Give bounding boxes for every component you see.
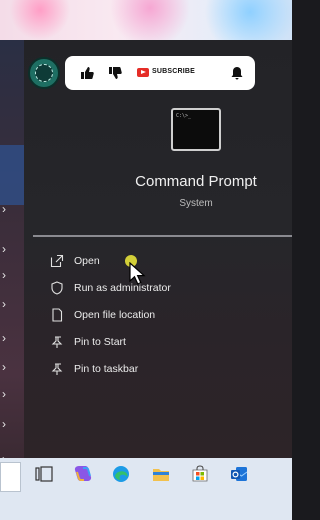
taskbar [0,458,292,520]
channel-logo [35,64,53,82]
action-run-as-administrator[interactable]: Run as administrator [46,277,276,301]
chevron-right-icon[interactable]: › [2,203,6,215]
open-icon [50,254,64,268]
copilot-icon[interactable] [73,464,93,484]
search-result-panel [24,40,292,458]
chevron-right-icon[interactable]: › [2,298,6,310]
task-view-icon[interactable] [34,464,54,484]
screen: › › › › › › › › › SUBSCRIBE [0,0,292,520]
shield-icon [51,281,63,295]
folder-location-icon [52,308,63,322]
pin-icon [51,336,63,348]
app-list-pane: › › › › › › › › › [0,40,24,465]
microsoft-store-icon[interactable] [190,464,210,484]
app-name: Command Prompt [135,173,257,190]
thumbs-up-icon[interactable] [79,65,95,81]
action-open-label: Open [74,255,100,267]
chevron-right-icon[interactable]: › [2,388,6,400]
subscribe-pill: SUBSCRIBE [65,56,255,90]
channel-avatar[interactable] [28,57,60,89]
subscribe-overlay: SUBSCRIBE [28,56,256,90]
chevron-right-icon[interactable]: › [2,332,6,344]
mouse-cursor-icon [129,262,146,285]
action-pin-to-start-label: Pin to Start [74,336,126,348]
action-open[interactable]: Open [46,250,276,274]
bell-icon[interactable] [229,65,245,81]
chevron-right-icon[interactable]: › [2,269,6,281]
chevron-right-icon[interactable]: › [2,361,6,373]
outlook-icon[interactable] [229,464,249,484]
chevron-right-icon[interactable]: › [2,418,6,430]
desktop-wallpaper [0,0,292,40]
edge-icon[interactable] [111,464,131,484]
chevron-right-icon[interactable]: › [2,243,6,255]
action-open-file-location-label: Open file location [74,309,156,321]
divider [33,235,292,237]
action-pin-to-start[interactable]: Pin to Start [46,331,276,355]
action-open-file-location[interactable]: Open file location [46,304,276,328]
file-explorer-icon[interactable] [151,464,171,484]
command-prompt-icon: C:\>_ [171,108,221,151]
action-run-as-administrator-label: Run as administrator [74,282,171,294]
action-pin-to-taskbar-label: Pin to taskbar [74,363,139,375]
taskbar-search-box[interactable] [0,462,21,492]
app-list-selected-item[interactable] [0,145,24,205]
thumbs-down-icon[interactable] [107,65,123,81]
app-type: System [179,198,213,209]
youtube-icon [137,68,149,77]
subscribe-button[interactable]: SUBSCRIBE [152,68,195,75]
action-pin-to-taskbar[interactable]: Pin to taskbar [46,358,276,382]
pin-icon [51,363,63,375]
app-icon-text: C:\>_ [176,113,192,119]
